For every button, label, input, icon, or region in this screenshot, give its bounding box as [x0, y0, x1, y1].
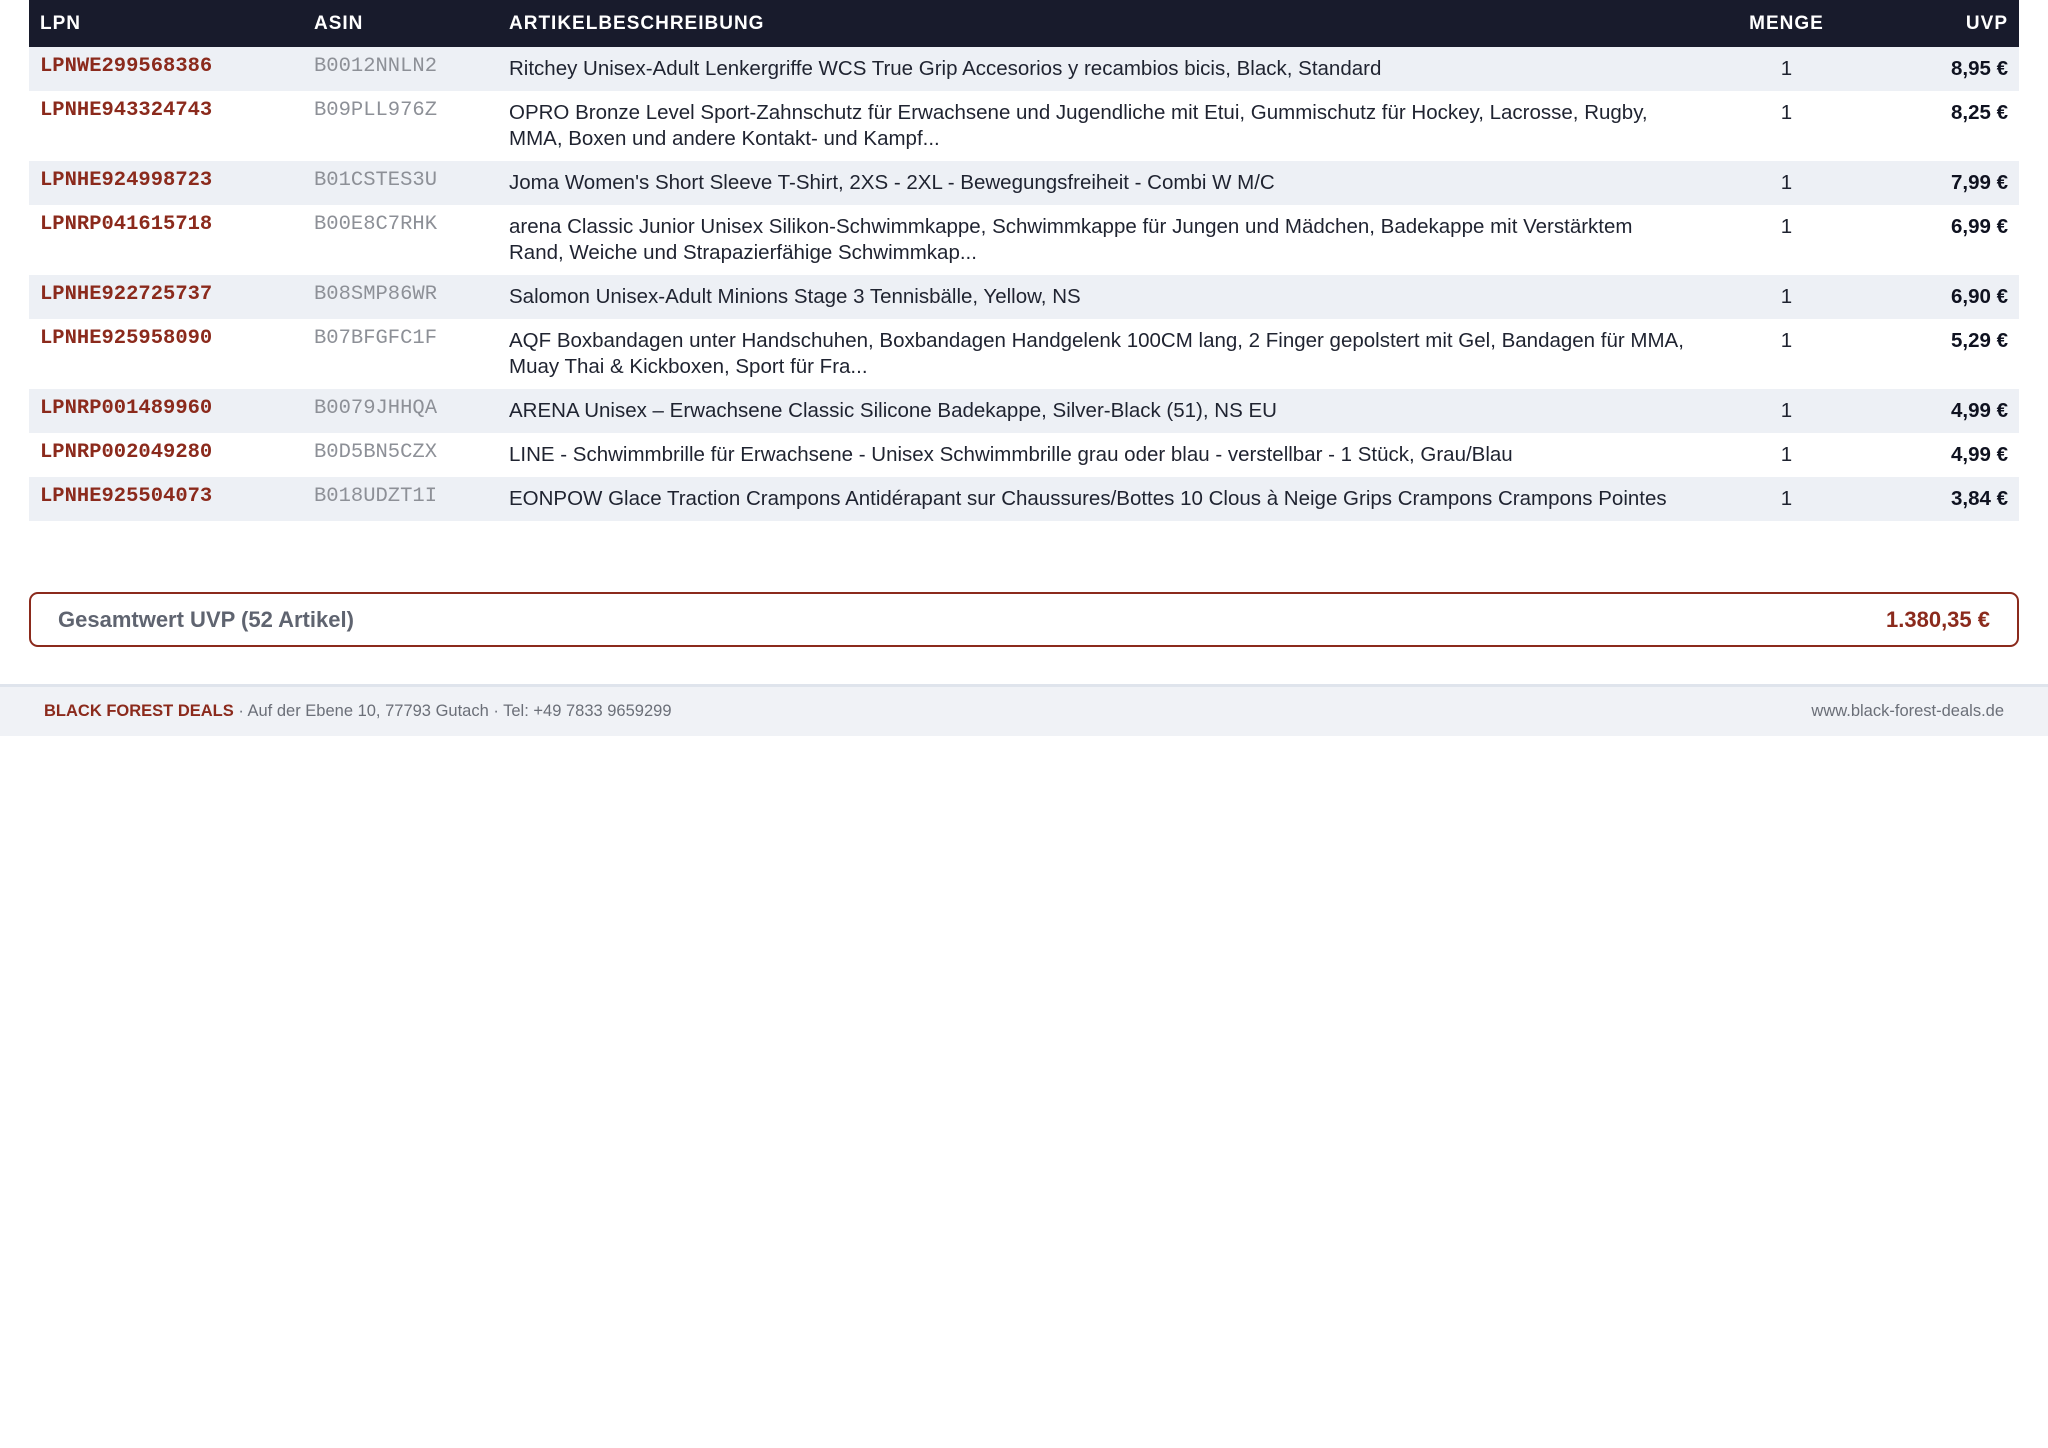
- quantity-cell: 1: [1780, 443, 1793, 466]
- quantity-cell: 1: [1780, 399, 1793, 422]
- asin-cell: B08SMP86WR: [314, 283, 438, 306]
- description-cell: arena Classic Junior Unisex Silikon-Schw…: [509, 215, 1633, 264]
- total-value-box: Gesamtwert UVP (52 Artikel) 1.380,35 €: [29, 592, 2019, 647]
- asin-cell: B09PLL976Z: [314, 99, 438, 122]
- column-header-lpn: LPN: [40, 12, 81, 34]
- table-row: LPNHE925958090 B07BFGFC1F AQF Boxbandage…: [29, 319, 2019, 389]
- quantity-cell: 1: [1780, 101, 1793, 124]
- table-row: LPNRP002049280 B0D5BN5CZX LINE - Schwimm…: [29, 433, 2019, 477]
- table-header: LPN ASIN ARTIKELBESCHREIBUNG MENGE UVP: [29, 0, 2019, 47]
- column-header-asin: ASIN: [314, 12, 364, 34]
- page-footer: BLACK FOREST DEALS · Auf der Ebene 10, 7…: [0, 684, 2048, 736]
- uvp-cell: 8,25 €: [1951, 101, 2008, 124]
- uvp-cell: 6,90 €: [1951, 285, 2008, 308]
- asin-cell: B01CSTES3U: [314, 169, 438, 192]
- table-header-row: LPN ASIN ARTIKELBESCHREIBUNG MENGE UVP: [29, 0, 2019, 47]
- lpn-cell: LPNHE943324743: [40, 99, 213, 122]
- column-header-uvp: UVP: [1965, 12, 2008, 34]
- asin-cell: B018UDZT1I: [314, 485, 438, 508]
- column-header-description: ARTIKELBESCHREIBUNG: [509, 12, 765, 34]
- table-row: LPNHE922725737 B08SMP86WR Salomon Unisex…: [29, 275, 2019, 319]
- description-cell: EONPOW Glace Traction Crampons Antidérap…: [509, 487, 1667, 510]
- uvp-cell: 5,29 €: [1951, 329, 2008, 352]
- table-row: LPNWE299568386 B0012NNLN2 Ritchey Unisex…: [29, 47, 2019, 91]
- quantity-cell: 1: [1780, 285, 1793, 308]
- footer-company-info: BLACK FOREST DEALS · Auf der Ebene 10, 7…: [44, 702, 672, 721]
- quantity-cell: 1: [1780, 329, 1793, 352]
- table-row: LPNHE924998723 B01CSTES3U Joma Women's S…: [29, 161, 2019, 205]
- description-cell: AQF Boxbandagen unter Handschuhen, Boxba…: [509, 329, 1684, 378]
- uvp-cell: 7,99 €: [1951, 171, 2008, 194]
- uvp-cell: 6,99 €: [1951, 215, 2008, 238]
- document-sheet: LPN ASIN ARTIKELBESCHREIBUNG MENGE UVP L…: [29, 0, 2019, 647]
- lpn-cell: LPNHE925958090: [40, 327, 213, 350]
- quantity-cell: 1: [1780, 487, 1793, 510]
- total-value: 1.380,35 €: [1886, 607, 1990, 632]
- quantity-cell: 1: [1780, 215, 1793, 238]
- lpn-cell: LPNRP041615718: [40, 213, 213, 236]
- quantity-cell: 1: [1780, 171, 1793, 194]
- description-cell: LINE - Schwimmbrille für Erwachsene - Un…: [509, 443, 1513, 466]
- total-label: Gesamtwert UVP (52 Artikel): [58, 607, 354, 632]
- table-body: LPNWE299568386 B0012NNLN2 Ritchey Unisex…: [29, 47, 2019, 521]
- lpn-cell: LPNHE922725737: [40, 283, 213, 306]
- lpn-cell: LPNWE299568386: [40, 55, 213, 78]
- column-header-quantity: MENGE: [1749, 12, 1824, 34]
- footer-address: · Auf der Ebene 10, 77793 Gutach · Tel: …: [233, 702, 672, 720]
- lpn-cell: LPNRP001489960: [40, 397, 213, 420]
- asin-cell: B00E8C7RHK: [314, 213, 438, 236]
- lpn-cell: LPNHE925504073: [40, 485, 213, 508]
- asin-cell: B0079JHHQA: [314, 397, 438, 420]
- description-cell: Joma Women's Short Sleeve T-Shirt, 2XS -…: [509, 171, 1275, 194]
- asin-cell: B0D5BN5CZX: [314, 441, 438, 464]
- description-cell: Ritchey Unisex-Adult Lenkergriffe WCS Tr…: [509, 57, 1382, 80]
- uvp-cell: 4,99 €: [1951, 443, 2008, 466]
- footer-brand-name: BLACK FOREST DEALS: [44, 702, 234, 720]
- asin-cell: B07BFGFC1F: [314, 327, 438, 350]
- footer-website-link[interactable]: www.black-forest-deals.de: [1811, 702, 2004, 721]
- uvp-cell: 4,99 €: [1951, 399, 2008, 422]
- table-row: LPNHE925504073 B018UDZT1I EONPOW Glace T…: [29, 477, 2019, 521]
- items-table: LPN ASIN ARTIKELBESCHREIBUNG MENGE UVP L…: [29, 0, 2019, 521]
- uvp-cell: 8,95 €: [1951, 57, 2008, 80]
- lpn-cell: LPNHE924998723: [40, 169, 213, 192]
- description-cell: Salomon Unisex-Adult Minions Stage 3 Ten…: [509, 285, 1081, 308]
- description-cell: OPRO Bronze Level Sport-Zahnschutz für E…: [509, 101, 1648, 150]
- table-row: LPNRP041615718 B00E8C7RHK arena Classic …: [29, 205, 2019, 275]
- description-cell: ARENA Unisex – Erwachsene Classic Silico…: [509, 399, 1277, 422]
- lpn-cell: LPNRP002049280: [40, 441, 213, 464]
- quantity-cell: 1: [1780, 57, 1793, 80]
- uvp-cell: 3,84 €: [1951, 487, 2008, 510]
- asin-cell: B0012NNLN2: [314, 55, 438, 78]
- table-row: LPNRP001489960 B0079JHHQA ARENA Unisex –…: [29, 389, 2019, 433]
- table-row: LPNHE943324743 B09PLL976Z OPRO Bronze Le…: [29, 91, 2019, 161]
